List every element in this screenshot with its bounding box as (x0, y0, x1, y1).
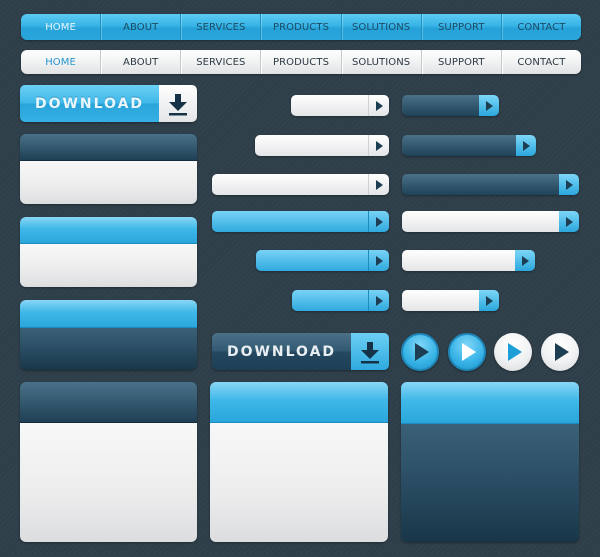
input-bar-blue-large (212, 211, 389, 232)
play-arrow-icon (565, 216, 573, 227)
play-icon (462, 343, 476, 361)
play-icon (555, 343, 569, 361)
play-arrow-icon (522, 140, 530, 151)
nav-white-support[interactable]: SUPPORT (420, 50, 501, 74)
panel-header (210, 382, 388, 423)
play-arrow-icon (375, 255, 383, 266)
input-field[interactable] (402, 95, 479, 116)
panel-header (20, 300, 197, 328)
play-button-white-blue-arrow[interactable] (494, 333, 532, 371)
input-bar-white-blue-large (402, 211, 579, 232)
nav-white-services[interactable]: SERVICES (180, 50, 260, 74)
play-icon (415, 343, 429, 361)
input-field[interactable] (402, 211, 559, 232)
download-button-label: DOWNLOAD (212, 333, 351, 370)
input-bar-blue-small (292, 290, 389, 311)
input-bar-dark-small (402, 95, 499, 116)
nav-blue-support[interactable]: SUPPORT (420, 14, 501, 40)
play-arrow-icon (375, 100, 383, 111)
panel-header (20, 382, 197, 423)
play-button-blue-dark-arrow[interactable] (401, 333, 439, 371)
panel-body (20, 161, 197, 204)
panel-body (20, 244, 197, 287)
panel-header (20, 217, 197, 244)
nav-blue-solutions[interactable]: SOLUTIONS (340, 14, 421, 40)
submit-button[interactable] (368, 250, 389, 271)
input-field[interactable] (402, 290, 479, 311)
download-arrow-icon (159, 85, 197, 122)
panel-header (401, 382, 579, 424)
submit-button[interactable] (368, 95, 389, 116)
nav-bar-white: HOME ABOUT SERVICES PRODUCTS SOLUTIONS S… (21, 50, 581, 74)
submit-button[interactable] (368, 290, 389, 311)
input-bar-white-blue-medium (402, 250, 535, 271)
submit-button[interactable] (368, 211, 389, 232)
panel-body (20, 328, 197, 370)
play-arrow-icon (375, 140, 383, 151)
input-field[interactable] (255, 135, 368, 156)
input-field[interactable] (402, 174, 559, 195)
submit-button[interactable] (368, 174, 389, 195)
input-field[interactable] (212, 174, 368, 195)
play-arrow-icon (375, 295, 383, 306)
nav-white-home[interactable]: HOME (21, 50, 100, 74)
play-arrow-icon (485, 295, 493, 306)
panel-blue-header-white-body (20, 217, 197, 287)
panel-body (20, 423, 197, 542)
play-button-white-dark-arrow[interactable] (541, 333, 579, 371)
download-button-label: DOWNLOAD (20, 85, 159, 122)
submit-button[interactable] (479, 95, 499, 116)
nav-blue-about[interactable]: ABOUT (100, 14, 180, 40)
panel-blue-header-dark-body (20, 300, 197, 370)
play-arrow-icon (485, 100, 493, 111)
panel-body (210, 423, 388, 542)
input-bar-white-small (291, 95, 389, 116)
nav-blue-services[interactable]: SERVICES (180, 14, 260, 40)
play-arrow-icon (521, 255, 529, 266)
input-field[interactable] (212, 211, 368, 232)
download-button-light[interactable]: DOWNLOAD (20, 85, 197, 122)
input-bar-dark-medium (402, 135, 536, 156)
input-bar-white-medium (255, 135, 389, 156)
submit-button[interactable] (559, 174, 579, 195)
play-arrow-icon (375, 179, 383, 190)
nav-white-contact[interactable]: CONTACT (500, 50, 581, 74)
input-field[interactable] (291, 95, 368, 116)
panel-body (401, 424, 579, 542)
nav-white-products[interactable]: PRODUCTS (260, 50, 340, 74)
large-panel-dark-header-white-body (20, 382, 197, 542)
input-field[interactable] (292, 290, 368, 311)
submit-button[interactable] (479, 290, 499, 311)
nav-blue-contact[interactable]: CONTACT (500, 14, 581, 40)
submit-button[interactable] (515, 250, 535, 271)
input-field[interactable] (402, 250, 515, 271)
input-bar-dark-large (402, 174, 579, 195)
nav-blue-home[interactable]: HOME (21, 14, 100, 40)
submit-button[interactable] (368, 135, 389, 156)
download-arrow-icon (351, 333, 389, 370)
submit-button[interactable] (516, 135, 536, 156)
input-bar-white-large (212, 174, 389, 195)
play-arrow-icon (565, 179, 573, 190)
submit-button[interactable] (559, 211, 579, 232)
panel-header (20, 134, 197, 161)
input-field[interactable] (402, 135, 516, 156)
nav-white-solutions[interactable]: SOLUTIONS (340, 50, 421, 74)
play-arrow-icon (375, 216, 383, 227)
input-field[interactable] (256, 250, 368, 271)
large-panel-blue-header-dark-body (401, 382, 579, 542)
input-bar-white-blue-small (402, 290, 499, 311)
panel-dark-header-white-body (20, 134, 197, 204)
nav-bar-blue: HOME ABOUT SERVICES PRODUCTS SOLUTIONS S… (21, 14, 581, 40)
play-button-blue-white-arrow[interactable] (448, 333, 486, 371)
large-panel-blue-header-white-body (210, 382, 388, 542)
play-icon (508, 343, 522, 361)
download-button-dark[interactable]: DOWNLOAD (212, 333, 389, 370)
nav-blue-products[interactable]: PRODUCTS (260, 14, 340, 40)
nav-white-about[interactable]: ABOUT (100, 50, 180, 74)
input-bar-blue-medium (256, 250, 389, 271)
